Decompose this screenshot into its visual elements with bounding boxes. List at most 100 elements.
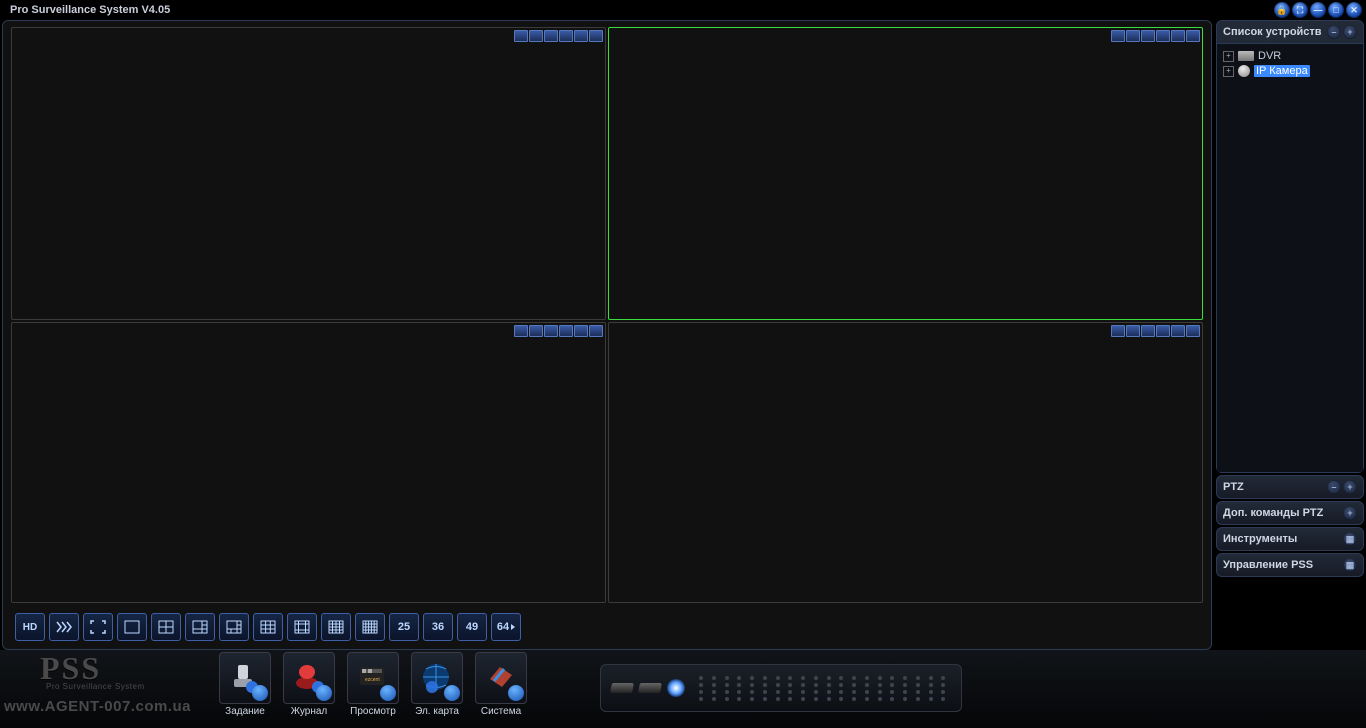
close-icon[interactable]: ✕ [1346, 2, 1362, 18]
layout-8-button[interactable] [219, 613, 249, 641]
system-button[interactable]: Система [472, 652, 530, 717]
disk-icon[interactable] [638, 683, 662, 693]
device-item-ipcam[interactable]: + IP Камера [1223, 65, 1357, 77]
preview-icon: ezcent [347, 652, 399, 704]
disk-icon[interactable] [610, 683, 634, 693]
collapse-icon[interactable]: – [1327, 25, 1341, 39]
device-list-header[interactable]: Список устройств –+ [1217, 21, 1363, 43]
video-grid-area: HD 25 36 49 64 [2, 20, 1212, 650]
video-cell-3[interactable] [11, 322, 606, 603]
cell-icon[interactable] [1141, 325, 1155, 337]
cell-icon[interactable] [1126, 325, 1140, 337]
svg-text:ezcent: ezcent [365, 677, 380, 683]
gear-icon [508, 685, 524, 701]
device-label: IP Камера [1254, 65, 1310, 77]
add-icon[interactable]: + [1343, 506, 1357, 520]
device-label: DVR [1258, 50, 1281, 62]
layout-13-button[interactable] [287, 613, 317, 641]
cell-icon[interactable] [529, 30, 543, 42]
cell-icon[interactable] [544, 30, 558, 42]
ptz-extra-label: Доп. команды PTZ [1223, 507, 1323, 519]
status-tray [600, 664, 962, 712]
panel-icon[interactable]: ▦ [1343, 532, 1357, 546]
lock-icon[interactable]: 🔒 [1274, 2, 1290, 18]
cell-icon[interactable] [1126, 30, 1140, 42]
layout-9-button[interactable] [253, 613, 283, 641]
preview-button[interactable]: ezcent Просмотр [344, 652, 402, 717]
layout-64-button[interactable]: 64 [491, 613, 521, 641]
video-cell-1[interactable] [11, 27, 606, 320]
cell-icon[interactable] [1156, 30, 1170, 42]
minimize-icon[interactable]: — [1310, 2, 1326, 18]
sidebar: Список устройств –+ + DVR + IP Камера PT… [1216, 20, 1364, 650]
emap-button[interactable]: Эл. карта [408, 652, 466, 717]
camera-icon [1238, 65, 1250, 77]
layout-toolbar: HD 25 36 49 64 [15, 611, 521, 643]
cell-icon[interactable] [514, 30, 528, 42]
cell-icon[interactable] [589, 325, 603, 337]
hd-button[interactable]: HD [15, 613, 45, 641]
fullscreen-button[interactable] [83, 613, 113, 641]
cd-icon[interactable] [667, 679, 685, 697]
footer: PSS Pro Surveillance System www.AGENT-00… [0, 650, 1366, 728]
emap-icon [411, 652, 463, 704]
cell-icon[interactable] [1141, 30, 1155, 42]
cell-icon[interactable] [1171, 30, 1185, 42]
collapse-icon[interactable]: – [1327, 480, 1341, 494]
tools-panel[interactable]: Инструменты ▦ [1216, 527, 1364, 551]
emap-label: Эл. карта [415, 706, 459, 717]
task-label: Задание [225, 706, 265, 717]
cell-icon[interactable] [529, 325, 543, 337]
journal-label: Журнал [291, 706, 328, 717]
device-tree: + DVR + IP Камера [1217, 43, 1363, 472]
system-label: Система [481, 706, 521, 717]
cell-icon[interactable] [1186, 30, 1200, 42]
expand-icon[interactable]: + [1223, 66, 1234, 77]
cell-icon[interactable] [574, 325, 588, 337]
layout-6-button[interactable] [185, 613, 215, 641]
layout-25-button[interactable]: 25 [389, 613, 419, 641]
layout-36-button[interactable]: 36 [423, 613, 453, 641]
device-item-dvr[interactable]: + DVR [1223, 50, 1357, 62]
system-icon [475, 652, 527, 704]
cell-icon[interactable] [544, 325, 558, 337]
expand-icon[interactable]: + [1223, 51, 1234, 62]
cell-icon[interactable] [1171, 325, 1185, 337]
panel-icon[interactable]: ▦ [1343, 558, 1357, 572]
ptz-panel[interactable]: PTZ –+ [1216, 475, 1364, 499]
fullscreen-icon[interactable]: ⛶ [1292, 2, 1308, 18]
task-button[interactable]: Задание [216, 652, 274, 717]
tools-label: Инструменты [1223, 533, 1297, 545]
cell-icon[interactable] [1186, 325, 1200, 337]
manage-panel[interactable]: Управление PSS ▦ [1216, 553, 1364, 577]
add-icon[interactable]: + [1343, 480, 1357, 494]
video-cell-4[interactable] [608, 322, 1203, 603]
watermark: www.AGENT-007.com.ua [4, 698, 191, 715]
layout-49-button[interactable]: 49 [457, 613, 487, 641]
ptz-label: PTZ [1223, 481, 1244, 493]
fluency-button[interactable] [49, 613, 79, 641]
cell-icon[interactable] [514, 325, 528, 337]
app-title: Pro Surveillance System V4.05 [4, 4, 170, 16]
cell-icon[interactable] [1156, 325, 1170, 337]
cell-icon[interactable] [1111, 30, 1125, 42]
gear-icon [444, 685, 460, 701]
layout-20-button[interactable] [355, 613, 385, 641]
cell-icon[interactable] [559, 325, 573, 337]
gear-icon [252, 685, 268, 701]
journal-button[interactable]: Журнал [280, 652, 338, 717]
device-list-panel: Список устройств –+ + DVR + IP Камера [1216, 20, 1364, 473]
ptz-extra-panel[interactable]: Доп. команды PTZ + [1216, 501, 1364, 525]
cell-icon[interactable] [574, 30, 588, 42]
video-cell-2[interactable] [608, 27, 1203, 320]
layout-16-button[interactable] [321, 613, 351, 641]
maximize-icon[interactable]: □ [1328, 2, 1344, 18]
manage-label: Управление PSS [1223, 559, 1313, 571]
cell-icon[interactable] [559, 30, 573, 42]
cell-icon[interactable] [1111, 325, 1125, 337]
dvr-icon [1238, 51, 1254, 61]
layout-4-button[interactable] [151, 613, 181, 641]
add-icon[interactable]: + [1343, 25, 1357, 39]
layout-1-button[interactable] [117, 613, 147, 641]
cell-icon[interactable] [589, 30, 603, 42]
